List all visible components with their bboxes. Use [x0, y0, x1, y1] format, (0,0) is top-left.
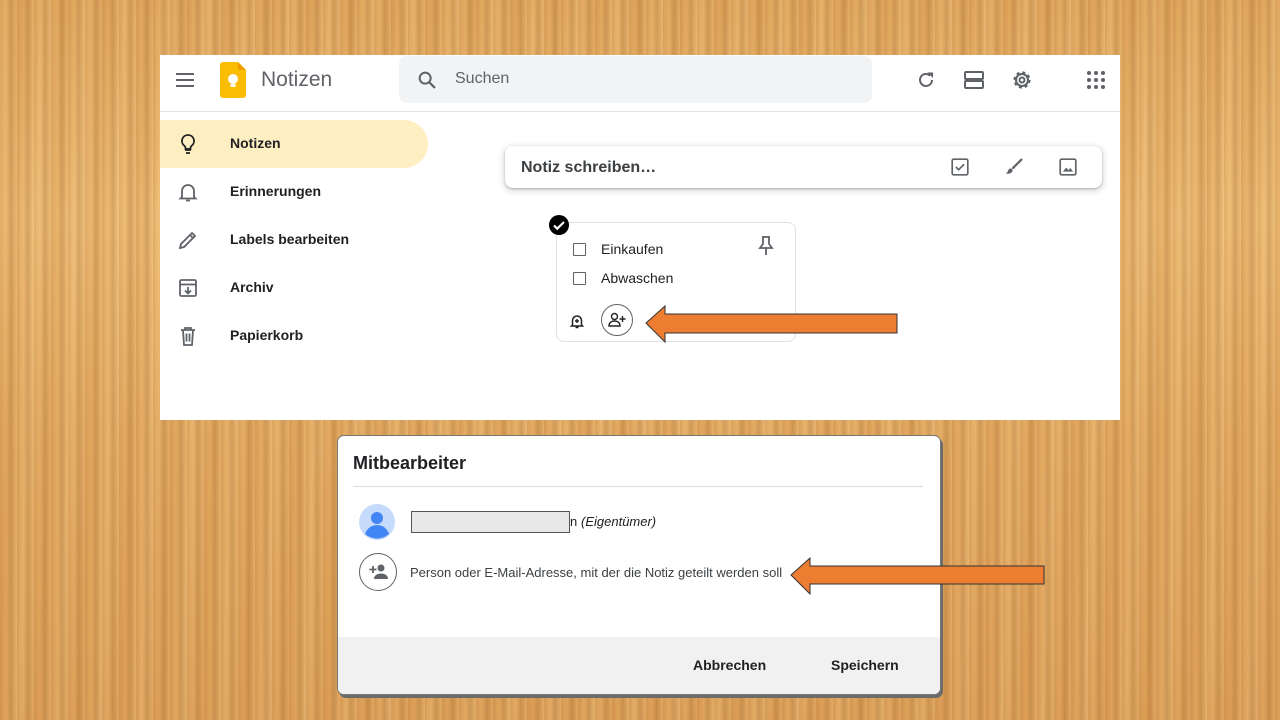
annotation-arrow	[790, 557, 1045, 595]
image-icon[interactable]	[1057, 156, 1079, 178]
trash-icon	[181, 327, 195, 346]
sidebar-item-papierkorb[interactable]: Papierkorb	[160, 312, 428, 360]
apps-grid-icon[interactable]	[1084, 68, 1108, 92]
keep-logo-icon	[220, 62, 246, 98]
select-check-icon[interactable]	[548, 214, 570, 236]
annotation-arrow	[645, 305, 898, 343]
brush-icon[interactable]	[1003, 156, 1025, 178]
todo-checkbox[interactable]	[573, 272, 586, 285]
sidebar-item-notizen[interactable]: Notizen	[160, 120, 428, 168]
sidebar-item-archiv[interactable]: Archiv	[160, 264, 428, 312]
pin-icon[interactable]	[756, 235, 776, 257]
search-icon[interactable]	[416, 69, 438, 91]
search-input[interactable]	[455, 68, 835, 90]
sidebar-item-erinnerungen[interactable]: Erinnerungen	[160, 168, 428, 216]
cancel-button[interactable]: Abbrechen	[693, 657, 766, 673]
bell-icon	[178, 184, 198, 202]
share-person-input[interactable]	[410, 562, 840, 582]
take-note-bar[interactable]: Notiz schreiben…	[505, 146, 1102, 188]
divider	[353, 486, 923, 487]
todo-checkbox[interactable]	[573, 243, 586, 256]
owner-role: (Eigentümer)	[581, 514, 657, 529]
new-list-icon[interactable]	[949, 156, 971, 178]
top-bar: Notizen	[160, 55, 1120, 112]
sidebar-item-label: Erinnerungen	[230, 183, 322, 199]
todo-label: Abwaschen	[601, 270, 674, 286]
sidebar-item-label: Archiv	[230, 279, 274, 295]
sidebar-item-label: Notizen	[230, 135, 281, 151]
owner-name: n	[570, 514, 578, 529]
settings-icon[interactable]	[1010, 68, 1034, 92]
dialog-title: Mitbearbeiter	[353, 453, 467, 473]
collaborator-button[interactable]	[601, 304, 633, 336]
take-note-placeholder[interactable]: Notiz schreiben…	[521, 159, 656, 177]
archive-icon	[179, 279, 197, 297]
app-title: Notizen	[261, 68, 333, 91]
pencil-icon	[178, 231, 197, 250]
sidebar-item-label: Labels bearbeiten	[230, 231, 350, 247]
add-person-icon	[608, 312, 626, 327]
add-collaborator-icon	[359, 553, 397, 591]
keep-window: Notizen Suchen Notizen Erinnerungen Labe…	[160, 55, 1120, 420]
avatar	[359, 504, 395, 540]
sidebar-item-labels[interactable]: Labels bearbeiten	[160, 216, 428, 264]
list-view-icon[interactable]	[962, 68, 986, 92]
dialog-footer: Abbrechen Speichern	[338, 637, 940, 694]
todo-label: Einkaufen	[601, 241, 664, 257]
sidebar-item-label: Papierkorb	[230, 327, 304, 343]
refresh-icon[interactable]	[914, 68, 938, 92]
save-button[interactable]: Speichern	[831, 657, 899, 673]
search-bar[interactable]	[399, 56, 872, 103]
lightbulb-icon	[181, 134, 195, 154]
main-menu-icon[interactable]	[176, 73, 194, 87]
person-add-icon	[369, 564, 388, 579]
reminder-icon[interactable]	[569, 313, 585, 329]
owner-name-redacted	[411, 511, 570, 533]
